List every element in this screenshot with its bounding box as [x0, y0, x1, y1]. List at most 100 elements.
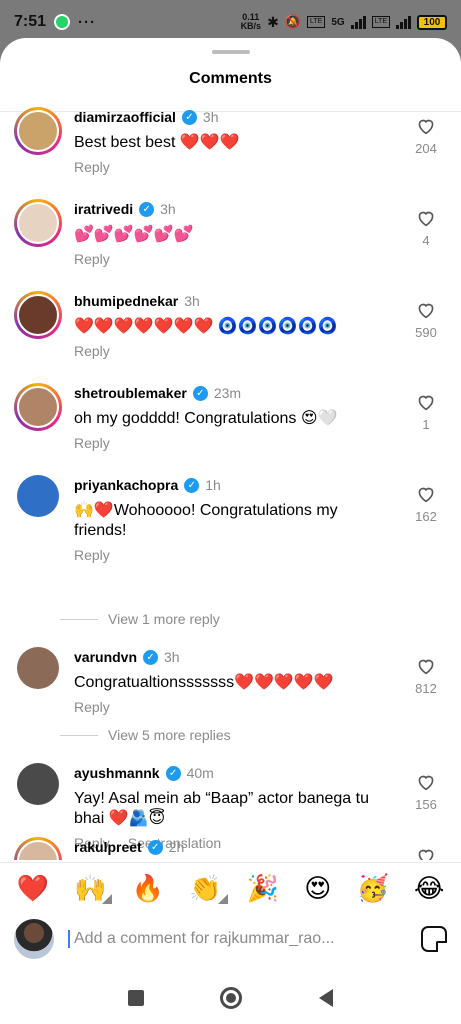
like-button[interactable]	[411, 847, 441, 860]
network-speed: 0.11 KB/s	[241, 13, 262, 31]
username[interactable]: shetroublemaker	[74, 385, 187, 401]
comment-time: 3h	[164, 649, 180, 665]
emoji-party-face[interactable]: 🥳	[357, 873, 389, 904]
comments-list[interactable]: diamirzaofficial ✓ 3h Best best best ❤️❤️❤…	[0, 101, 461, 860]
emoji-party-popper[interactable]: 🎉	[247, 873, 279, 904]
like-button[interactable]: 590	[411, 301, 441, 340]
verified-icon: ✓	[192, 385, 208, 401]
username[interactable]: iratrivedi	[74, 201, 133, 217]
reply-button[interactable]: Reply	[74, 251, 110, 267]
system-nav-bar	[0, 972, 461, 1024]
emoji-raised-hands[interactable]: 🙌	[74, 873, 113, 904]
comment-time: 23m	[213, 385, 242, 401]
heart-icon	[418, 849, 434, 860]
my-avatar	[14, 919, 54, 959]
emoji-fire[interactable]: 🔥	[132, 873, 164, 904]
like-count: 812	[415, 681, 437, 696]
avatar[interactable]	[17, 647, 59, 689]
heart-icon	[418, 303, 434, 319]
username[interactable]: ayushmannk	[74, 765, 160, 781]
home-button[interactable]	[220, 987, 243, 1009]
reply-button[interactable]: Reply	[74, 435, 110, 451]
avatar[interactable]	[14, 199, 62, 247]
volte-icon: LTE	[307, 16, 326, 28]
sticker-icon[interactable]	[421, 926, 447, 952]
avatar[interactable]	[17, 763, 59, 805]
volte-icon-2: LTE	[371, 16, 390, 28]
comment-time: 3h	[184, 293, 200, 309]
heart-icon	[418, 775, 434, 791]
emoji-joy[interactable]: 😂	[414, 873, 444, 904]
like-count: 204	[415, 141, 437, 156]
comment-text: ❤️❤️❤️❤️❤️❤️❤️ 🧿🧿🧿🧿🧿🧿	[74, 318, 338, 335]
verified-icon: ✓	[143, 649, 159, 665]
reply-button[interactable]: Reply	[74, 343, 110, 359]
whatsapp-icon	[54, 14, 71, 30]
avatar[interactable]	[14, 107, 62, 155]
recent-apps-button[interactable]	[128, 990, 145, 1006]
quick-emoji-bar: ❤️ 🙌 🔥 👏 🎉 😍 🥳 😂	[0, 862, 461, 914]
comment-input[interactable]	[68, 930, 388, 948]
emoji-heart[interactable]: ❤️	[17, 873, 49, 904]
username[interactable]: varundvn	[74, 649, 137, 665]
drag-handle[interactable]	[211, 50, 250, 54]
view-more-line	[60, 618, 98, 620]
reply-button[interactable]: Reply	[74, 159, 110, 175]
view-more-label: View 1 more reply	[108, 611, 220, 627]
like-button[interactable]: 156	[411, 773, 441, 812]
avatar[interactable]	[17, 475, 59, 517]
comment-text: Best best best ❤️❤️❤️	[74, 134, 240, 151]
verified-icon: ✓	[147, 839, 163, 855]
signal-icon-2	[396, 15, 411, 29]
username[interactable]: bhumipednekar	[74, 293, 178, 309]
comment-time: 3h	[202, 109, 219, 125]
heart-icon	[418, 487, 434, 503]
signal-icon	[350, 15, 366, 29]
heart-icon	[418, 659, 434, 675]
comment-time: 1h	[205, 477, 221, 493]
verified-icon: ✓	[165, 765, 181, 781]
like-count: 162	[415, 509, 437, 524]
like-button[interactable]: 162	[411, 485, 441, 524]
view-more-label: View 5 more replies	[108, 727, 231, 743]
avatar[interactable]	[14, 837, 62, 860]
reply-button[interactable]: Reply	[74, 547, 110, 563]
status-right: 0.11 KB/s ✱ 🔕 LTE 5G LTE 100	[241, 13, 447, 31]
like-count: 590	[415, 325, 437, 340]
comment-time: 3h	[160, 201, 176, 217]
avatar[interactable]	[14, 291, 62, 339]
back-button[interactable]	[318, 989, 333, 1007]
username[interactable]: priyankachopra	[74, 477, 178, 493]
status-time: 7:51	[14, 13, 47, 30]
verified-icon: ✓	[139, 201, 155, 217]
username[interactable]: diamirzaofficial	[74, 109, 176, 125]
verified-icon: ✓	[181, 109, 197, 125]
comment-text: oh my godddd! Congratulations 😍🤍	[74, 410, 338, 427]
comment-text: Yay! Asal mein ab “Baap” actor banega tu…	[74, 790, 369, 827]
avatar[interactable]	[14, 383, 62, 431]
bluetooth-icon: ✱	[267, 13, 279, 30]
network-speed-unit: KB/s	[240, 21, 262, 31]
view-more-line	[60, 734, 98, 736]
like-count: 4	[422, 233, 430, 248]
comment-time: 40m	[186, 765, 214, 781]
like-count: 1	[422, 417, 430, 432]
comment-text: 🙌❤️Wohooooo! Congratulations my friends!	[74, 502, 338, 539]
heart-icon	[418, 395, 434, 411]
like-button[interactable]: 4	[411, 209, 441, 248]
like-button[interactable]: 1	[411, 393, 441, 432]
emoji-clap[interactable]: 👏	[189, 873, 228, 904]
username[interactable]: rakulpreet	[74, 839, 142, 855]
like-count: 156	[415, 797, 437, 812]
network-type: 5G	[331, 16, 345, 28]
battery-icon: 100	[417, 14, 447, 30]
comment-time: 2h	[168, 839, 185, 855]
emoji-heart-eyes[interactable]: 😍	[304, 873, 331, 904]
like-button[interactable]: 204	[411, 117, 441, 156]
reply-button[interactable]: Reply	[74, 699, 110, 715]
sheet-title: Comments	[189, 70, 272, 87]
comment-input-row	[0, 916, 461, 962]
view-more-replies[interactable]: View 1 more reply	[60, 611, 220, 627]
view-more-replies[interactable]: View 5 more replies	[60, 727, 231, 743]
like-button[interactable]: 812	[411, 657, 441, 696]
